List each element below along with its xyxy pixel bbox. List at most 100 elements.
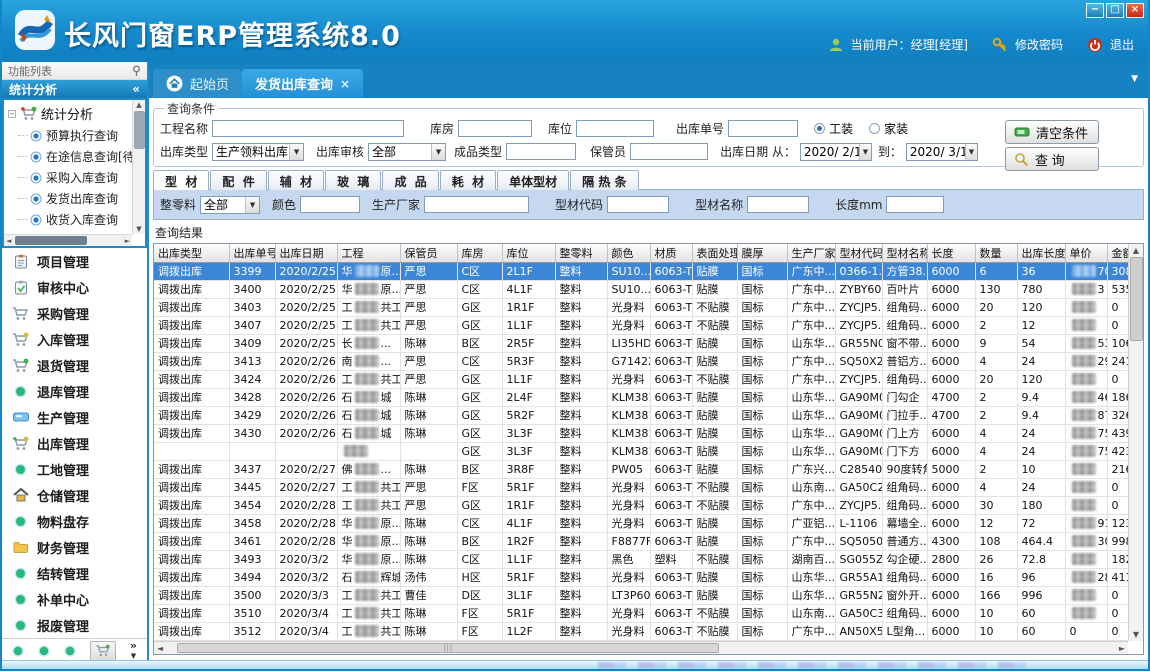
table-horizontal-scrollbar[interactable]: ◄ ||| ► xyxy=(154,641,1128,654)
warehouse-input[interactable] xyxy=(458,120,532,137)
change-password-link[interactable]: 修改密码 xyxy=(1015,36,1063,53)
table-row[interactable]: 调拨出库34942020/3/2石辉城汤伟H区5R1F整料光身料6063-T5贴… xyxy=(154,568,1140,586)
jiazhuang-radio[interactable] xyxy=(869,123,880,134)
tab-list-caret-icon[interactable]: ▼ xyxy=(1131,74,1138,84)
column-header-color[interactable]: 颜色 xyxy=(607,244,650,262)
scroll-thumb[interactable] xyxy=(134,111,145,149)
dot-icon[interactable] xyxy=(64,645,76,657)
table-row[interactable]: 调拨出库33992020/2/25华原...严思C区2L1F整料SU10...6… xyxy=(154,262,1140,280)
sidebar-item-结转管理[interactable]: 结转管理 xyxy=(2,560,147,586)
material-tab[interactable]: 配 件 xyxy=(210,170,266,190)
product-type-input[interactable] xyxy=(506,143,576,160)
scroll-right-icon[interactable]: ► xyxy=(1119,644,1125,653)
tree-item[interactable]: 预算执行查询 xyxy=(4,125,145,146)
material-tab[interactable]: 辅 材 xyxy=(268,170,324,190)
table-row[interactable]: 调拨出库34282020/2/26石城陈琳G区2L4F整料KLM38176063… xyxy=(154,388,1140,406)
keeper-input[interactable] xyxy=(630,143,708,160)
location-input[interactable] xyxy=(576,120,654,137)
table-row[interactable]: 调拨出库35122020/3/4工共工程陈琳F区1L2F整料光身料6063-T5… xyxy=(154,622,1140,640)
table-row[interactable]: 调拨出库34452020/2/27工共工程严思F区5R1F整料光身料6063-T… xyxy=(154,478,1140,496)
column-header-qty[interactable]: 数量 xyxy=(975,244,1017,262)
table-vertical-scrollbar[interactable]: ▲ ▼ xyxy=(1128,244,1143,641)
tree-horizontal-scrollbar[interactable]: ◄ ► xyxy=(4,234,132,246)
search-button[interactable]: 查 询 xyxy=(1005,147,1099,171)
cart-button[interactable] xyxy=(90,641,116,661)
column-header-code[interactable]: 型材代码 xyxy=(835,244,882,262)
scroll-down-icon[interactable]: ▼ xyxy=(1133,630,1139,639)
scroll-left-icon[interactable]: ◄ xyxy=(6,237,11,245)
sidebar-item-生产管理[interactable]: 生产管理 xyxy=(2,404,147,430)
tree-vertical-scrollbar[interactable]: ▲ ▼ xyxy=(132,100,145,234)
sidebar-item-仓储管理[interactable]: 仓储管理 xyxy=(2,482,147,508)
sidebar-item-补单中心[interactable]: 补单中心 xyxy=(2,586,147,612)
color-input[interactable] xyxy=(300,196,360,213)
tree-root[interactable]: − 统计分析 xyxy=(4,100,145,125)
column-header-maker[interactable]: 生产厂家 xyxy=(787,244,835,262)
maker-input[interactable] xyxy=(424,196,529,213)
order-no-input[interactable] xyxy=(728,120,798,137)
column-header-type[interactable]: 出库类型 xyxy=(154,244,229,262)
sidebar-item-项目管理[interactable]: 项目管理 xyxy=(2,248,147,274)
scroll-right-icon[interactable]: ► xyxy=(125,237,130,245)
collapse-icon[interactable]: « xyxy=(132,82,140,96)
column-header-out-length[interactable]: 出库长度 xyxy=(1017,244,1065,262)
table-row[interactable]: 调拨出库35102020/3/4工共工程陈琳F区5R1F整料光身料6063-T5… xyxy=(154,604,1140,622)
column-header-price[interactable]: 单价 xyxy=(1065,244,1107,262)
sidebar-item-报废管理[interactable]: 报废管理 xyxy=(2,612,147,638)
column-header-whole[interactable]: 整零料 xyxy=(555,244,607,262)
table-row[interactable]: 调拨出库34242020/2/26工共工程严思G区1L1F整料光身料6063-T… xyxy=(154,370,1140,388)
table-row[interactable]: 调拨出库34372020/2/27佛...陈琳B区3R8F整料PW056063-… xyxy=(154,460,1140,478)
column-header-keeper[interactable]: 保管员 xyxy=(400,244,457,262)
column-header-material[interactable]: 材质 xyxy=(650,244,692,262)
scroll-thumb[interactable]: ||| xyxy=(177,643,719,653)
scroll-thumb[interactable] xyxy=(1130,257,1143,341)
close-window-button[interactable]: × xyxy=(1126,3,1144,18)
sidebar-item-审核中心[interactable]: 审核中心 xyxy=(2,274,147,300)
date-to-select[interactable]: 2020/ 3/16 ▼ xyxy=(906,143,978,161)
profile-code-input[interactable] xyxy=(607,196,669,213)
table-row[interactable]: 调拨出库34092020/2/25长...陈琳B区2R5F整料LI35HD606… xyxy=(154,334,1140,352)
column-header-date[interactable]: 出库日期 xyxy=(275,244,337,262)
tab-home[interactable]: 起始页 xyxy=(153,69,242,98)
column-header-warehouse[interactable]: 库房 xyxy=(457,244,502,262)
table-row[interactable]: 调拨出库34002020/2/25华原...严思C区4L1F整料SU10...6… xyxy=(154,280,1140,298)
scroll-down-icon[interactable]: ▼ xyxy=(136,225,141,233)
scroll-thumb[interactable] xyxy=(15,236,87,245)
scroll-up-icon[interactable]: ▲ xyxy=(1133,246,1139,255)
sidebar-item-采购管理[interactable]: 采购管理 xyxy=(2,300,147,326)
out-audit-select[interactable]: 全部 ▼ xyxy=(368,143,446,161)
table-row[interactable]: 调拨出库34302020/2/26石城陈琳G区3L3F整料KLM38176063… xyxy=(154,424,1140,442)
table-row[interactable]: 调拨出库34032020/2/25工共工程严思G区1R1F整料光身料6063-T… xyxy=(154,298,1140,316)
logout-link[interactable]: 退出 xyxy=(1110,36,1134,53)
pin-icon[interactable] xyxy=(132,65,141,77)
clear-conditions-button[interactable]: 清空条件 xyxy=(1005,120,1099,144)
column-header-surface[interactable]: 表面处理 xyxy=(692,244,737,262)
scroll-left-icon[interactable]: ◄ xyxy=(157,644,163,653)
close-tab-icon[interactable]: × xyxy=(340,77,350,91)
material-tab[interactable]: 隔 热 条 xyxy=(570,170,638,190)
sidebar-item-出库管理[interactable]: 出库管理 xyxy=(2,430,147,456)
tree-item[interactable]: 采购入库查询 xyxy=(4,167,145,188)
sidebar-item-入库管理[interactable]: 入库管理 xyxy=(2,326,147,352)
column-header-name[interactable]: 型材名称 xyxy=(882,244,927,262)
table-row[interactable]: 调拨出库34582020/2/28华原...陈琳C区4L1F整料光身料6063-… xyxy=(154,514,1140,532)
profile-name-input[interactable] xyxy=(747,196,809,213)
expander-icon[interactable]: − xyxy=(8,110,16,118)
column-header-project[interactable]: 工程 xyxy=(337,244,400,262)
maximize-button[interactable]: □ xyxy=(1106,3,1124,18)
tree-item[interactable]: 发货出库查询 xyxy=(4,188,145,209)
project-name-input[interactable] xyxy=(212,120,404,137)
material-tab[interactable]: 单体型材 xyxy=(497,170,569,190)
table-row[interactable]: 调拨出库34542020/2/28工共工程严思G区1R1F整料光身料6063-T… xyxy=(154,496,1140,514)
date-from-select[interactable]: 2020/ 2/16 ▼ xyxy=(800,143,872,161)
material-tab[interactable]: 成 品 xyxy=(382,170,438,190)
length-input[interactable] xyxy=(886,196,944,213)
column-header-no[interactable]: 出库单号 xyxy=(229,244,275,262)
table-row[interactable]: 调拨出库34132020/2/26南...严思C区5R3F整料G71422606… xyxy=(154,352,1140,370)
table-row[interactable]: 调拨出库35002020/3/3工共工程曹佳D区3L1F整料LT3P606063… xyxy=(154,586,1140,604)
table-row[interactable]: G区3L3F整料KLM38176063-T5贴膜国标山东华...GA90M09.… xyxy=(154,442,1140,460)
table-row[interactable]: 调拨出库34932020/3/2华原...陈琳C区1L1F整料黑色塑料不贴膜国标… xyxy=(154,550,1140,568)
scroll-up-icon[interactable]: ▲ xyxy=(136,101,141,109)
overflow-chevron-icon[interactable]: »▼ xyxy=(130,641,137,661)
material-tab[interactable]: 型 材 xyxy=(153,170,209,190)
